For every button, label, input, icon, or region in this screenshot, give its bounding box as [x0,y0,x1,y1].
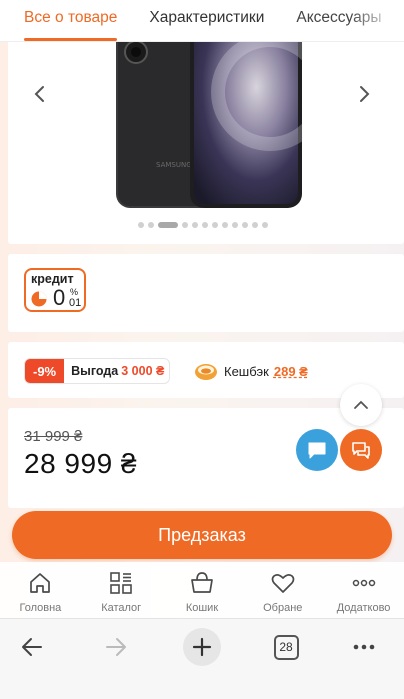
gallery-dot[interactable] [212,222,218,228]
gallery-prev-arrow-icon[interactable] [28,82,52,106]
home-icon [30,573,51,593]
credit-label: кредит [31,272,74,286]
discount-percent: -9% [25,359,65,383]
discount-badge[interactable]: -9% Выгода 3 000 ₴ [24,358,170,384]
gallery-dot[interactable] [242,222,248,228]
gallery-dot[interactable] [252,222,258,228]
gallery-dot-active[interactable] [158,222,178,228]
arrow-right-icon [106,638,126,656]
catalog-icon [110,572,132,594]
current-price: 28 999 ₴ [24,448,137,479]
gallery-dot[interactable] [192,222,198,228]
benefits-section: -9% Выгода 3 000 ₴ Кешбэк 289 ₴ [8,342,404,398]
browser-toolbar: 28 [0,618,404,699]
messages-button[interactable] [340,429,382,471]
cashback-bowl-icon [195,364,217,380]
cashback-info[interactable]: Кешбэк 289 ₴ [194,360,308,382]
nav-cart[interactable]: Кошик [163,562,241,618]
product-gallery: SAMSUNG [8,42,404,244]
product-tabs: Все о товаре Характеристики Аксессуары [0,0,404,42]
old-price: 31 999 ₴ [24,428,83,445]
more-dots-icon [353,644,375,650]
cashback-value: 289 ₴ [273,363,308,379]
scroll-up-button[interactable] [340,384,382,426]
plus-icon [192,637,212,657]
gallery-dot[interactable] [182,222,188,228]
nav-home-label: Головна [19,602,62,614]
bottom-navigation: Головна Каталог Кошик Обране Додатково [0,562,404,618]
cart-icon [191,572,213,593]
savings-label: Выгода [71,364,119,378]
chat-support-button[interactable] [296,429,338,471]
credit-rate-percent: % [70,287,79,297]
credit-badge[interactable]: кредит 0 % 01 [24,268,86,312]
nav-catalog-label: Каталог [101,602,142,614]
tab-accessories[interactable]: Аксессуары [280,9,397,41]
savings-value: 3 000 ₴ [121,364,165,378]
gallery-dot[interactable] [262,222,268,228]
device-brand-text: SAMSUNG [156,161,192,169]
nav-catalog[interactable]: Каталог [82,562,160,618]
credit-rate-main: 0 [53,285,66,310]
more-icon [352,579,375,587]
chevron-up-icon [354,400,368,409]
nav-home[interactable]: Головна [1,562,79,618]
pie-chart-icon [31,291,47,307]
messages-icon [352,442,370,459]
gallery-next-arrow-icon[interactable] [352,82,376,106]
gallery-dot[interactable] [138,222,144,228]
product-image[interactable]: SAMSUNG [108,42,303,208]
browser-new-tab-button[interactable] [182,627,222,667]
gallery-dot[interactable] [202,222,208,228]
tab-all-about-product[interactable]: Все о товаре [0,9,133,41]
arrow-left-icon [22,638,42,656]
gallery-dot[interactable] [148,222,154,228]
tab-specifications[interactable]: Характеристики [133,9,280,41]
browser-menu-button[interactable] [344,627,384,667]
credit-rate-small: 01 [69,297,82,309]
nav-cart-label: Кошик [185,602,219,614]
cashback-label: Кешбэк [224,363,269,379]
heart-icon [271,574,295,593]
browser-back-button[interactable] [12,627,52,667]
nav-more[interactable]: Додатково [325,562,403,618]
nav-favorites[interactable]: Обране [244,562,322,618]
chat-bubble-icon [308,442,326,459]
preorder-button[interactable]: Предзаказ [12,511,392,559]
nav-more-label: Додатково [336,602,391,614]
gallery-pagination [138,222,268,228]
tab-count: 28 [273,634,299,660]
gallery-dot[interactable] [222,222,228,228]
browser-tabs-button[interactable]: 28 [266,627,306,667]
gallery-dot[interactable] [232,222,238,228]
credit-section: кредит 0 % 01 [8,254,404,332]
nav-favorites-label: Обране [263,602,303,614]
browser-forward-button[interactable] [96,627,136,667]
